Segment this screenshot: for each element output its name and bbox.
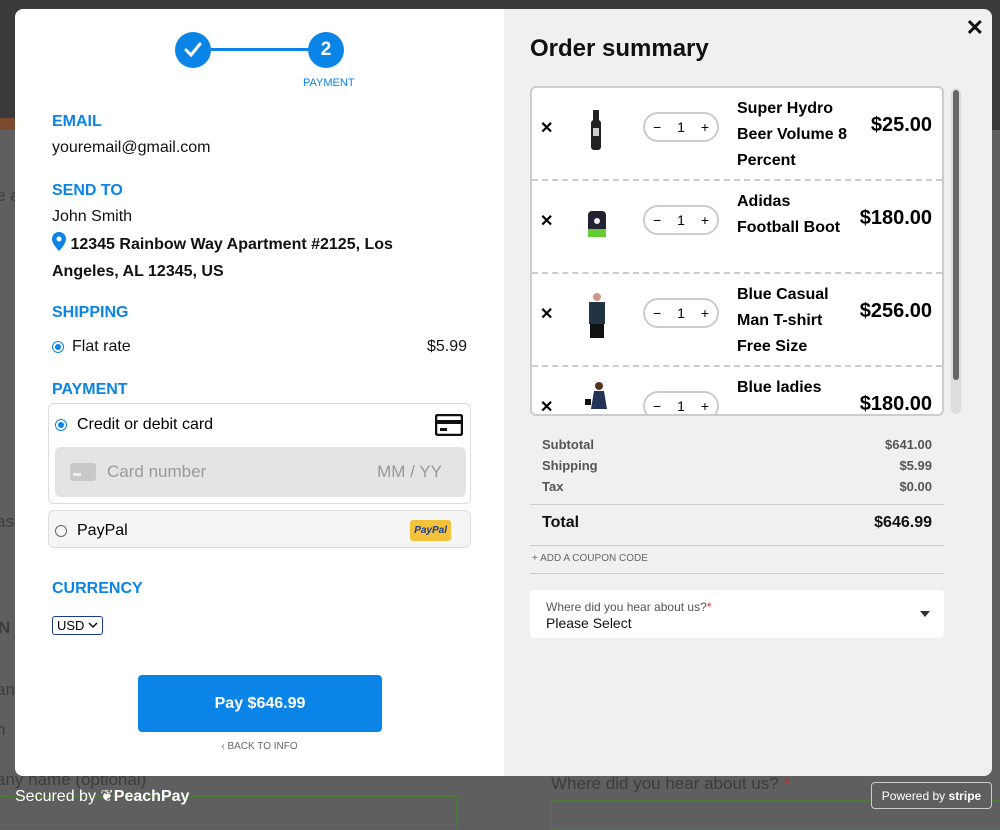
tax-row: Tax $0.00 [542,479,932,494]
email-heading: EMAIL [52,113,102,130]
subtotal-row: Subtotal $641.00 [542,437,932,452]
checkout-form-panel: 2 PAYMENT EMAIL youremail@gmail.com SEND… [15,9,504,776]
shipping-price: $5.99 [426,338,467,355]
send-to-heading: SEND TO [52,182,123,199]
product-image-dress [585,382,607,409]
step-1-complete[interactable] [175,32,211,68]
remove-item-icon[interactable]: ✕ [540,118,553,138]
decrease-button[interactable]: − [653,398,661,414]
card-brand-icon [70,463,96,481]
quantity-stepper[interactable]: −1 + [643,112,719,142]
item-price: $256.00 [859,300,932,322]
item-price: $180.00 [859,207,932,229]
check-icon [184,42,202,58]
caret-down-icon [920,611,930,617]
shipping-radio[interactable] [52,341,64,353]
background-text: an [0,680,15,699]
shipping-address: 12345 Rainbow Way Apartment #2125, Los A… [52,231,442,285]
back-to-info-link[interactable]: ‹ BACK TO INFO [15,741,504,752]
shipping-heading: SHIPPING [52,304,129,321]
increase-button[interactable]: + [701,212,709,228]
divider [530,504,944,505]
cart-scrollbar[interactable] [951,88,961,414]
decrease-button[interactable]: − [653,119,661,135]
item-name: Adidas Football Boot [737,193,841,236]
total-row: Total $646.99 [542,514,932,531]
decrease-button[interactable]: − [653,305,661,321]
quantity-stepper[interactable]: −1 + [643,391,719,414]
card-radio[interactable] [55,419,67,431]
cart-item: ✕ −1 + Blue ladies $180.00 [532,367,942,415]
order-summary-title: Order summary [530,35,709,62]
hear-about-us-select[interactable]: Where did you hear about us?* Please Sel… [530,590,944,638]
payment-heading: PAYMENT [52,381,128,398]
credit-card-icon [435,414,463,436]
background-text: n [0,720,6,739]
order-summary-panel: Order summary ✕ ✕ −1 + Super Hydro Beer V… [504,9,992,776]
expiry-input[interactable]: MM / YY [377,462,442,482]
item-price: $180.00 [859,393,932,415]
background-text: N [0,618,11,637]
stepper-line [209,48,309,51]
product-image-beer [591,110,601,150]
peach-logo-icon: ❦ [100,788,114,805]
cart-items-list: ✕ −1 + Super Hydro Beer Volume 8 Percent … [530,86,944,416]
chevron-down-icon [88,622,98,629]
secured-by-peachpay: Secured by ❦PeachPay [15,788,190,805]
pay-button[interactable]: Pay $646.99 [138,675,382,732]
powered-by-stripe-badge[interactable]: Powered by stripe [871,782,992,809]
remove-item-icon[interactable]: ✕ [540,304,553,324]
currency-select[interactable]: USD [52,616,104,635]
card-payment-option[interactable]: Credit or debit card Card number MM / YY [48,403,471,504]
currency-heading: CURRENCY [52,580,143,597]
step-2-current: 2 [308,32,344,68]
increase-button[interactable]: + [701,119,709,135]
quantity-stepper[interactable]: −1 + [643,298,719,328]
paypal-payment-option[interactable]: PayPal PayPal [48,510,471,548]
paypal-logo: PayPal [410,520,451,541]
add-coupon-link[interactable]: + ADD A COUPON CODE [532,553,648,564]
quantity-stepper[interactable]: −1 + [643,205,719,235]
remove-item-icon[interactable]: ✕ [540,211,553,231]
cart-item: ✕ −1 + Super Hydro Beer Volume 8 Percent … [532,88,942,181]
scrollbar-thumb[interactable] [953,90,959,380]
paypal-radio[interactable] [55,524,67,537]
divider [530,573,944,574]
remove-item-icon[interactable]: ✕ [540,397,553,414]
location-pin-icon [52,232,66,251]
item-name: Super Hydro Beer Volume 8 Percent [737,100,847,169]
item-name: Blue Casual Man T-shirt Free Size [737,286,829,355]
divider [530,545,944,546]
cart-item: ✕ −1 + Adidas Football Boot $180.00 [532,181,942,274]
step-2-label: PAYMENT [303,77,355,89]
item-name: Blue ladies [737,379,822,396]
close-icon[interactable]: ✕ [966,15,984,41]
cart-item: ✕ −1 + Blue Casual Man T-shirt Free Size … [532,274,942,367]
email-value: youremail@gmail.com [52,139,211,156]
product-image-glove [588,211,606,237]
background-text: Where did you hear about us? * [551,774,791,793]
card-number-input[interactable]: Card number MM / YY [55,447,466,497]
increase-button[interactable]: + [701,398,709,414]
recipient-name: John Smith [52,208,133,225]
decrease-button[interactable]: − [653,212,661,228]
shipping-row: Shipping $5.99 [542,458,932,473]
shipping-option-flat-rate[interactable]: Flat rate $5.99 [52,338,467,356]
item-price: $25.00 [870,114,932,136]
product-image-tshirt [589,293,605,338]
increase-button[interactable]: + [701,305,709,321]
checkout-modal: 2 PAYMENT EMAIL youremail@gmail.com SEND… [15,9,992,776]
